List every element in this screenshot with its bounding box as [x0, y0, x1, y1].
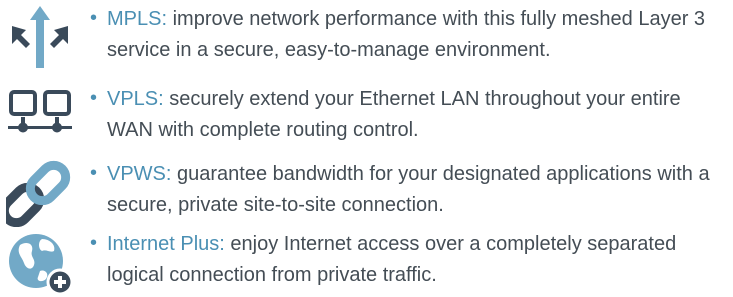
- feature-item-vpls: • VPLS: securely extend your Ethernet LA…: [0, 80, 733, 150]
- feature-description: securely extend your Ethernet LAN throug…: [107, 88, 681, 141]
- feature-term: Internet Plus:: [107, 233, 225, 255]
- feature-description: improve network performance with this fu…: [107, 8, 706, 61]
- feature-term: VPWS:: [107, 163, 172, 185]
- network-arrows-icon: [6, 4, 74, 72]
- feature-text: MPLS: improve network performance with t…: [107, 4, 727, 66]
- feature-text: VPLS: securely extend your Ethernet LAN …: [107, 84, 727, 146]
- bullet-marker: •: [90, 7, 98, 29]
- feature-term: VPLS:: [107, 88, 164, 110]
- globe-plus-icon: [6, 229, 74, 297]
- bullet-marker: •: [90, 162, 98, 184]
- feature-item-internet-plus: • Internet Plus: enjoy Internet access o…: [0, 225, 733, 297]
- feature-item-vpws: • VPWS: guarantee bandwidth for your des…: [0, 155, 733, 227]
- connected-screens-icon: [6, 84, 74, 152]
- feature-item-mpls: • MPLS: improve network performance with…: [0, 0, 733, 70]
- feature-text: Internet Plus: enjoy Internet access ove…: [107, 229, 727, 291]
- chain-link-icon: [6, 159, 74, 227]
- feature-description: guarantee bandwidth for your designated …: [107, 163, 710, 216]
- bullet-marker: •: [90, 232, 98, 254]
- feature-text: VPWS: guarantee bandwidth for your desig…: [107, 159, 727, 221]
- feature-term: MPLS:: [107, 8, 168, 30]
- bullet-marker: •: [90, 87, 98, 109]
